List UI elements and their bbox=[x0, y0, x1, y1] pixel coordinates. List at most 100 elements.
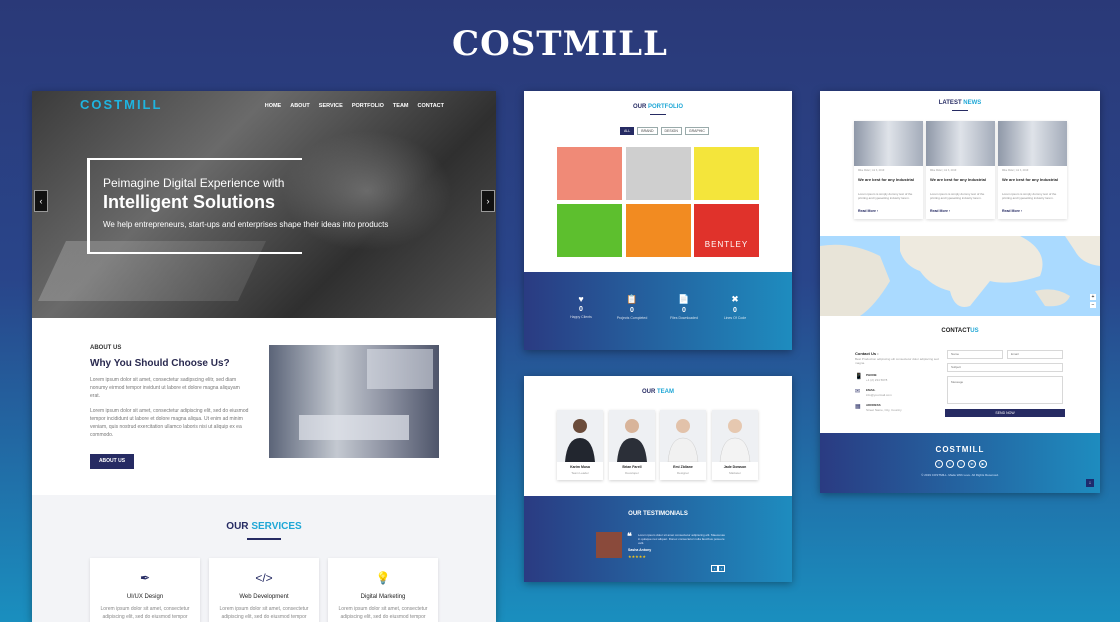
send-now-button[interactable]: SEND NOW bbox=[945, 409, 1065, 417]
team-member[interactable]: Jade Dowson Marketer bbox=[712, 410, 758, 480]
portfolio-preview: OUR PORTFOLIO ALL BRAND DESIGN GRAPHIC B… bbox=[524, 91, 792, 350]
contact-title-b: US bbox=[970, 328, 979, 334]
news-card[interactable]: Mike Rider | Jul 3, 2019 We are best for… bbox=[926, 121, 995, 219]
hero-title: Intelligent Solutions bbox=[103, 192, 275, 212]
subject-field[interactable] bbox=[947, 363, 1063, 372]
youtube-icon[interactable]: ▶ bbox=[979, 460, 987, 468]
portfolio-tile[interactable] bbox=[557, 147, 622, 200]
tile-label: BENTLEY bbox=[704, 240, 749, 249]
nav-team[interactable]: TEAM bbox=[393, 103, 409, 109]
pen-nib-icon: ✒ bbox=[139, 571, 151, 585]
portfolio-tile[interactable] bbox=[557, 204, 622, 257]
service-card-marketing[interactable]: 💡 Digital Marketing Lorem ipsum dolor si… bbox=[328, 558, 438, 622]
nav-service[interactable]: SERVICE bbox=[319, 103, 343, 109]
portfolio-tile[interactable] bbox=[626, 147, 691, 200]
news-card[interactable]: Mike Rider | Jul 3, 2019 We are best for… bbox=[998, 121, 1067, 219]
about-us-button[interactable]: ABOUT US bbox=[90, 454, 134, 469]
portfolio-underline bbox=[650, 114, 666, 115]
filter-all[interactable]: ALL bbox=[620, 127, 635, 135]
service-title: Web Development bbox=[239, 594, 289, 600]
location-icon: ▦ bbox=[855, 404, 861, 410]
team-title-a: OUR bbox=[641, 389, 656, 395]
news-desc: Lorem ipsum is simply dummy text of the … bbox=[858, 192, 913, 200]
message-field[interactable] bbox=[947, 376, 1063, 404]
contact-row-value: +1 (2) 234 5678 bbox=[866, 378, 888, 382]
service-card-uiux[interactable]: ✒ UI/UX Design Lorem ipsum dolor sit ame… bbox=[90, 558, 200, 622]
news-desc: Lorem ipsum is simply dummy text of the … bbox=[930, 192, 985, 200]
contact-row-label: PHONE bbox=[866, 373, 877, 377]
service-card-web[interactable]: </> Web Development Lorem ipsum dolor si… bbox=[209, 558, 319, 622]
news-title: We are best for any Industrial bbox=[930, 177, 986, 182]
footer-copyright: © 2019 COSTMILL. Made With Love. All Rig… bbox=[921, 473, 999, 477]
brand-title: COSTMILL bbox=[452, 24, 668, 64]
news-meta: Mike Rider | Jul 3, 2019 bbox=[930, 169, 957, 172]
facebook-icon[interactable]: f bbox=[935, 460, 943, 468]
news-title: We are best for any Industrial bbox=[858, 177, 914, 182]
read-more-link[interactable]: Read More › bbox=[930, 209, 950, 213]
stat-projects: 📋 0 Projects Completed bbox=[602, 294, 662, 320]
testimonials-section: OUR TESTIMONIALS ❝ Lorem ipsum dolor sit… bbox=[524, 496, 792, 582]
news-meta: Mike Rider | Jul 3, 2019 bbox=[1002, 169, 1029, 172]
portfolio-tile[interactable] bbox=[626, 204, 691, 257]
contact-title-a: CONTACT bbox=[941, 328, 971, 334]
about-paragraph-2: Lorem ipsum dolor sit amet, consectetur … bbox=[90, 408, 249, 438]
read-more-link[interactable]: Read More › bbox=[1002, 209, 1022, 213]
portfolio-tile[interactable] bbox=[694, 147, 759, 200]
nav-contact[interactable]: CONTACT bbox=[418, 103, 444, 109]
contact-heading: Contact Us : bbox=[855, 351, 879, 356]
member-role: Marketer bbox=[729, 471, 741, 475]
team-member[interactable]: Karim Musa Team Leader bbox=[557, 410, 603, 480]
news-title-a: LATEST bbox=[938, 100, 962, 106]
site-logo[interactable]: COSTMILL bbox=[80, 97, 162, 112]
news-card[interactable]: Mike Rider | Jul 3, 2019 We are best for… bbox=[854, 121, 923, 219]
service-desc: Lorem ipsum dolor sit amet, consectetur … bbox=[338, 606, 428, 620]
member-role: Team Leader bbox=[571, 471, 589, 475]
nav-home[interactable]: HOME bbox=[265, 103, 282, 109]
team-member[interactable]: Emi Zidiane Designer bbox=[660, 410, 706, 480]
member-name: Karim Musa bbox=[570, 465, 590, 469]
filter-graphic[interactable]: GRAPHIC bbox=[684, 127, 709, 135]
contact-intro: Best Production adipiscing elit consecte… bbox=[855, 357, 939, 365]
lightbulb-icon: 💡 bbox=[375, 571, 391, 585]
about-team-photo bbox=[269, 345, 439, 458]
map-zoom-in-button[interactable]: + bbox=[1090, 294, 1096, 300]
portfolio-title-a: OUR bbox=[632, 104, 647, 110]
filter-design[interactable]: DESIGN bbox=[660, 127, 682, 135]
about-title: Why You Should Choose Us? bbox=[90, 358, 230, 369]
testimonial-stars: ★★★★★ bbox=[628, 554, 646, 559]
testimonial-next-button[interactable]: › bbox=[718, 565, 725, 572]
read-more-link[interactable]: Read More › bbox=[858, 209, 878, 213]
tools-icon: ✖ bbox=[731, 294, 739, 304]
chevron-right-icon: › bbox=[486, 196, 490, 206]
filter-brand[interactable]: BRAND bbox=[637, 127, 658, 135]
stat-label: Lines Of Code bbox=[723, 316, 747, 320]
news-title: We are best for any Industrial bbox=[1002, 177, 1058, 182]
email-field[interactable] bbox=[1007, 350, 1063, 359]
team-member[interactable]: Brian Farell Developer bbox=[609, 410, 655, 480]
linkedin-icon[interactable]: in bbox=[968, 460, 976, 468]
map-land-icon bbox=[820, 236, 1100, 316]
scroll-top-button[interactable]: ↓ bbox=[1086, 479, 1094, 487]
testimonial-text: Lorem ipsum dolor sit amet consectetur a… bbox=[638, 533, 725, 545]
slider-next-button[interactable]: › bbox=[481, 190, 495, 212]
service-title: Digital Marketing bbox=[360, 594, 406, 600]
location-map[interactable]: + − bbox=[820, 236, 1100, 316]
service-desc: Lorem ipsum dolor sit amet, consectetur … bbox=[100, 606, 190, 620]
map-zoom-out-button[interactable]: − bbox=[1090, 302, 1096, 308]
portfolio-tile[interactable]: BENTLEY bbox=[694, 204, 759, 257]
nav-about[interactable]: ABOUT bbox=[290, 103, 310, 109]
slider-prev-button[interactable]: ‹ bbox=[34, 190, 48, 212]
about-label: ABOUT US bbox=[90, 345, 122, 351]
stat-value: 0 bbox=[630, 307, 634, 314]
testimonial-prev-button[interactable]: ‹ bbox=[711, 565, 718, 572]
instagram-icon[interactable]: i bbox=[957, 460, 965, 468]
member-role: Developer bbox=[625, 471, 639, 475]
name-field[interactable] bbox=[947, 350, 1003, 359]
quote-icon: ❝ bbox=[627, 531, 632, 541]
testimonial-author: Sasha Antony bbox=[628, 548, 652, 552]
nav-portfolio[interactable]: PORTFOLIO bbox=[352, 103, 384, 109]
team-preview: OUR TEAM Karim Musa Team Leader Brian Fa… bbox=[524, 376, 792, 582]
twitter-icon[interactable]: t bbox=[946, 460, 954, 468]
footer-logo[interactable]: COSTMILL bbox=[820, 445, 1100, 454]
member-photo bbox=[557, 410, 603, 462]
